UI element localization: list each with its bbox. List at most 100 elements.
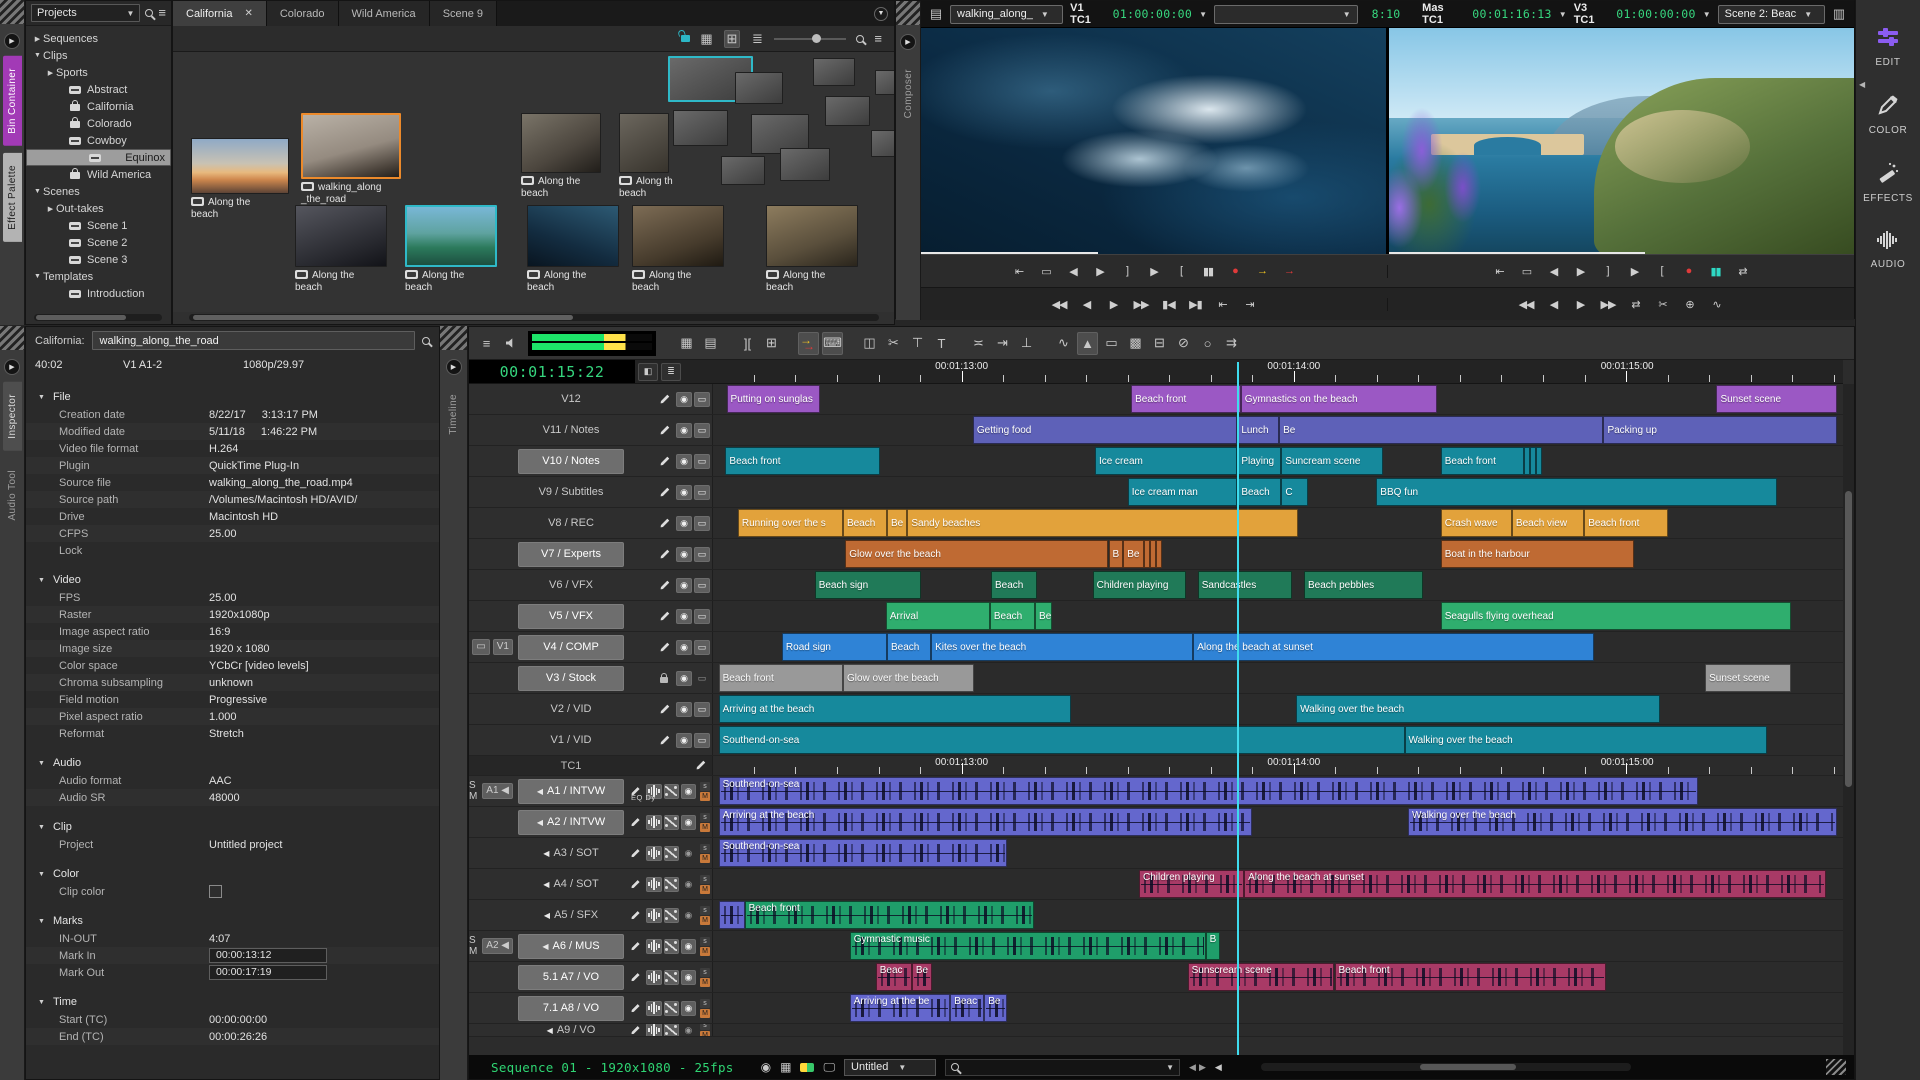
workspace-color[interactable]: COLOR — [1856, 94, 1920, 136]
tab-overflow-button[interactable]: ▼ — [874, 7, 888, 21]
transport-button[interactable]: ⊕ — [1682, 298, 1696, 311]
pencil-icon[interactable] — [660, 394, 670, 404]
keyframe-mode[interactable]: ⌨ — [822, 332, 843, 355]
slip-tool[interactable]: ⊘ — [1173, 332, 1194, 355]
clip-running-over-the-s[interactable]: Running over the s — [738, 509, 843, 537]
track-name-v4-comp[interactable]: V4 / COMP — [518, 635, 624, 660]
pencil-icon[interactable] — [660, 549, 670, 559]
pencil-icon[interactable] — [630, 910, 639, 919]
bin-mini-clip-5[interactable] — [813, 58, 855, 86]
tree-item-abstract[interactable]: Abstract — [26, 81, 171, 98]
transport-button[interactable]: ▶▶ — [1134, 298, 1149, 311]
clip-southend-on-sea[interactable]: Southend-on-sea — [719, 839, 1007, 867]
panel-expand-button[interactable]: ▶ — [900, 34, 916, 50]
solo-mute-labels[interactable]: S M — [469, 935, 479, 957]
clip-suncream-scene[interactable]: Suncream scene — [1281, 447, 1383, 475]
track-name-v6-vfx[interactable]: V6 / VFX — [518, 573, 624, 598]
track-monitor-button[interactable]: ▭ — [694, 547, 710, 562]
extend[interactable]: ⇥ — [992, 332, 1013, 355]
clip-beach[interactable]: Beach — [887, 633, 931, 661]
track-name-v10-notes[interactable]: V10 / Notes — [518, 449, 624, 474]
track-name-v1-vid[interactable]: V1 / VID — [518, 728, 624, 753]
tree-item-introduction[interactable]: Introduction — [26, 285, 171, 302]
clip-along-the-beach-at-sunset[interactable]: Along the beach at sunset — [1244, 870, 1826, 898]
track-power-button[interactable]: ◉ — [676, 733, 692, 748]
section-header-video[interactable]: ▼Video — [26, 572, 439, 589]
transport-button[interactable]: ◀◀ — [1519, 298, 1534, 311]
clip-beach-front[interactable]: Beach front — [1584, 509, 1668, 537]
pencil-icon[interactable] — [660, 704, 670, 714]
back-button[interactable]: ◀ — [1215, 1062, 1222, 1073]
bin-clip-along-th-beach[interactable] — [619, 113, 669, 173]
transport-button-red[interactable]: ● — [1682, 265, 1696, 277]
video-quality[interactable]: ▦ — [676, 332, 697, 355]
solo-mute-labels[interactable]: S M — [469, 780, 479, 802]
timeline-ruler[interactable]: 00:01:13:0000:01:14:0000:01:15:00 — [713, 360, 1843, 383]
track-monitor-button[interactable]: ▭ — [694, 733, 710, 748]
pencil-icon[interactable] — [660, 487, 670, 497]
mute-chip[interactable]: M — [700, 947, 710, 956]
panel-expand-button[interactable]: ▶ — [4, 359, 20, 375]
pencil-icon[interactable] — [630, 879, 639, 888]
tree-item-wild-america[interactable]: Wild America — [26, 166, 171, 183]
mute-chip[interactable]: M — [700, 823, 710, 832]
transport-button[interactable]: ▶ — [1628, 265, 1642, 278]
panel-drag-stripes[interactable] — [0, 0, 24, 24]
transport-button[interactable]: ▶ — [1107, 298, 1121, 311]
record-toggle[interactable]: ◉ — [761, 1060, 771, 1074]
tab-bin-container[interactable]: Bin Container — [3, 56, 22, 146]
program-monitor[interactable] — [1389, 28, 1854, 254]
clip-c[interactable]: C — [1281, 478, 1308, 506]
composer-menu-icon[interactable]: ▤ — [929, 7, 943, 21]
workspace-effects[interactable]: EFFECTS — [1856, 162, 1920, 204]
bin-tab-colorado[interactable]: Colorado — [267, 1, 339, 26]
clip-be[interactable]: Be — [1035, 602, 1052, 630]
track-name-v7-experts[interactable]: V7 / Experts — [518, 542, 624, 567]
transport-button[interactable]: ◀ — [1547, 265, 1561, 278]
transition-tool[interactable]: ⊟ — [1149, 332, 1170, 355]
clip-beach-view[interactable]: Beach view — [1512, 509, 1584, 537]
transport-button-misc[interactable]: ⇄ — [1736, 265, 1750, 278]
layout-button[interactable]: ▦ — [780, 1060, 791, 1074]
track-name-a9-vo[interactable]: ◀A9 / VO — [518, 1024, 624, 1037]
clip-be[interactable]: Be — [984, 994, 1007, 1022]
clip-road-sign[interactable]: Road sign — [782, 633, 887, 661]
track-name-v2-vid[interactable]: V2 / VID — [518, 697, 624, 722]
transport-button[interactable]: ▭ — [1039, 265, 1053, 278]
track-power-button[interactable]: ◉ — [676, 423, 692, 438]
mute-chip[interactable]: M — [700, 854, 710, 863]
automation-button[interactable] — [664, 815, 679, 830]
solo-chip[interactable]: s — [700, 968, 710, 977]
track-power-button[interactable]: ◉ — [681, 784, 696, 799]
mute-chip[interactable]: M — [700, 1009, 710, 1018]
section-header-time[interactable]: ▼Time — [26, 994, 439, 1011]
project-menu-icon[interactable]: ≡ — [158, 8, 166, 18]
pencil-icon[interactable] — [630, 848, 639, 857]
waveform-button[interactable] — [646, 939, 661, 954]
track-name-a4-sot[interactable]: ◀A4 / SOT — [518, 872, 624, 897]
clip-southend-on-sea[interactable]: Southend-on-sea — [719, 777, 1699, 805]
next-button[interactable]: ▶ — [1199, 1062, 1206, 1073]
transport-button[interactable]: ▭ — [1520, 265, 1534, 278]
clip-walking-over-the-beach[interactable]: Walking over the beach — [1296, 695, 1660, 723]
clip-ice-cream-man[interactable]: Ice cream man — [1128, 478, 1238, 506]
tree-item-scene-2[interactable]: Scene 2 — [26, 234, 171, 251]
match-frame[interactable]: ◫ — [859, 332, 880, 355]
slide-tool[interactable]: ○ — [1197, 332, 1218, 355]
pencil-icon[interactable] — [660, 611, 670, 621]
collapse-rail-icon[interactable]: ◀ — [1859, 80, 1865, 89]
transport-button-teal[interactable]: ▮▮ — [1709, 265, 1723, 278]
automation-button[interactable] — [664, 1001, 679, 1016]
bin-clip-along-the-beach[interactable] — [632, 205, 724, 267]
track-name-a3-sot[interactable]: ◀A3 / SOT — [518, 841, 624, 866]
track-power-button[interactable]: ◉ — [676, 516, 692, 531]
track-monitor-button[interactable]: ▭ — [694, 392, 710, 407]
track-name-v5-vfx[interactable]: V5 / VFX — [518, 604, 624, 629]
storyboard-view-button[interactable]: ▦ — [700, 32, 714, 46]
clip-arriving-at-the-beach[interactable]: Arriving at the beach — [719, 808, 1252, 836]
clip-sunset-scene[interactable]: Sunset scene — [1716, 385, 1837, 413]
clip-children-playing[interactable]: Children playing — [1093, 571, 1187, 599]
transport-button[interactable]: ▮◀ — [1161, 298, 1175, 311]
workspace-edit[interactable]: EDIT — [1856, 26, 1920, 68]
clip-arriving-at-the-be[interactable]: Arriving at the be — [850, 994, 951, 1022]
